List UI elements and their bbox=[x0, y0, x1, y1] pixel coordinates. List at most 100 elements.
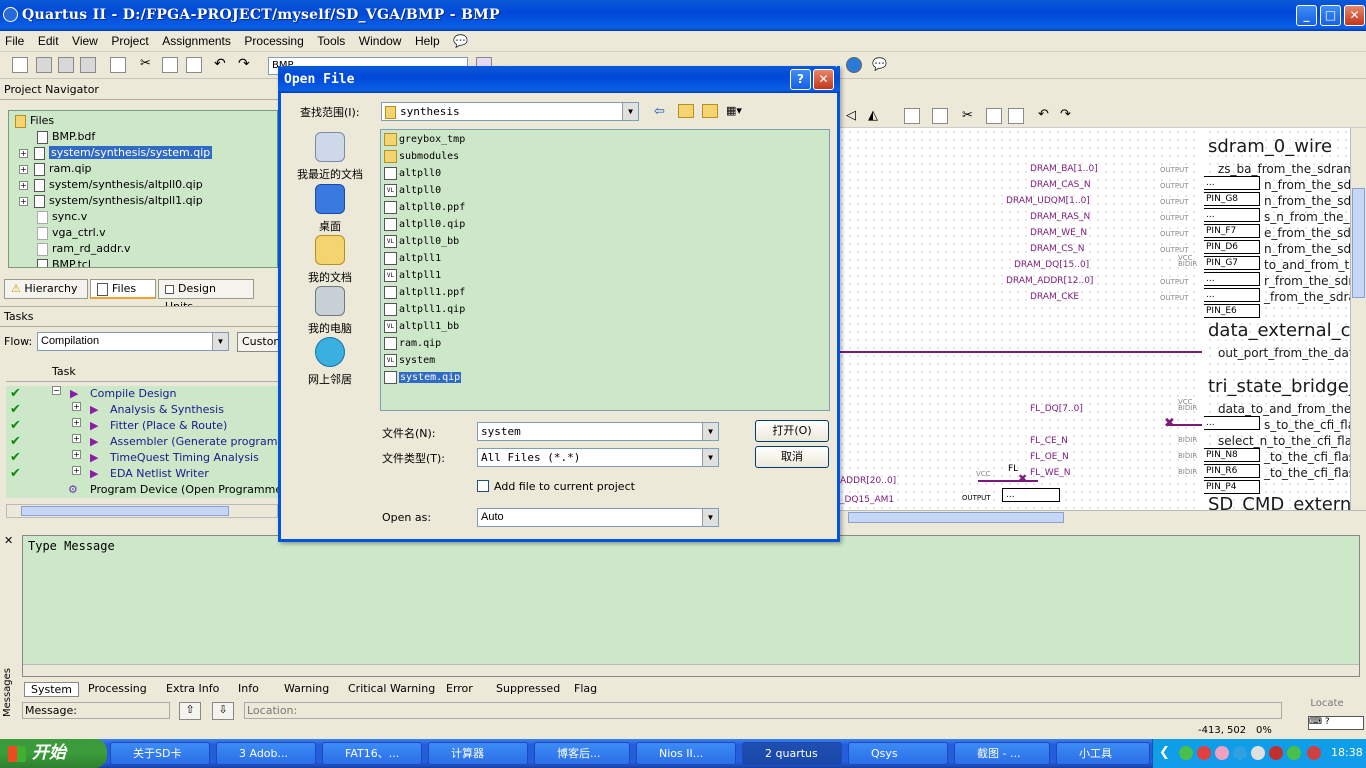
taskbar-item[interactable]: 计算器 bbox=[428, 742, 528, 765]
play-icon[interactable]: ▶ bbox=[90, 418, 98, 434]
previous-message-icon[interactable]: ⇧ bbox=[179, 702, 201, 720]
maximize-button[interactable]: □ bbox=[1320, 5, 1341, 26]
file-item[interactable]: VL altpll1_bb bbox=[384, 318, 459, 335]
signal-label[interactable]: FL_OE_N bbox=[1030, 452, 1069, 462]
play-icon[interactable]: ▶ bbox=[90, 402, 98, 418]
taskbar-item[interactable]: FAT16、... bbox=[322, 742, 422, 765]
place-my-computer[interactable]: 我的电脑 bbox=[288, 286, 372, 336]
menu-tools[interactable]: Tools bbox=[312, 31, 350, 51]
redo-icon[interactable]: ↷ bbox=[1060, 107, 1071, 122]
new-folder-icon[interactable] bbox=[702, 104, 718, 118]
file-item[interactable]: VL system bbox=[384, 352, 435, 369]
menu-window[interactable]: Window bbox=[354, 31, 407, 51]
filename-input[interactable]: system ▼ bbox=[477, 422, 719, 441]
print-icon[interactable] bbox=[932, 108, 948, 124]
close-icon[interactable]: ✕ bbox=[4, 534, 13, 547]
pin-box[interactable]: PIN_G7 bbox=[1202, 256, 1260, 270]
task-row[interactable]: ✔ − ▶ Compile Design bbox=[6, 386, 278, 402]
menu-project[interactable]: Project bbox=[106, 31, 153, 51]
file-item[interactable]: altpll1 bbox=[384, 250, 441, 267]
play-icon[interactable]: ▶ bbox=[90, 466, 98, 482]
signal-label[interactable]: FL_WE_N bbox=[1030, 468, 1071, 478]
place-desktop[interactable]: 桌面 bbox=[288, 184, 372, 234]
signal-label[interactable]: DRAM_RAS_N bbox=[1030, 212, 1090, 222]
pin-box[interactable]: PIN_N8 bbox=[1202, 448, 1260, 462]
flow-select[interactable]: Compilation ▼ bbox=[37, 332, 229, 351]
block-title[interactable]: tri_state_bridge_ bbox=[1208, 376, 1358, 397]
tree-item[interactable]: + system/synthesis/altpll1.qip bbox=[19, 193, 203, 209]
tray-app-icon[interactable] bbox=[1233, 746, 1247, 760]
tree-item[interactable]: ram_rd_addr.v bbox=[37, 241, 131, 257]
file-item[interactable]: VL altpll1 bbox=[384, 267, 441, 284]
file-item[interactable]: altpll0 bbox=[384, 165, 441, 182]
scrollbar-thumb[interactable] bbox=[21, 506, 229, 516]
taskbar-item[interactable]: 小工具 bbox=[1056, 742, 1150, 765]
tab-extra-info[interactable]: Extra Info bbox=[160, 682, 225, 695]
chat-icon[interactable]: 💬 bbox=[872, 57, 888, 73]
tree-item[interactable]: vga_ctrl.v bbox=[37, 225, 106, 241]
file-item[interactable]: greybox_tmp bbox=[384, 131, 465, 148]
file-item[interactable]: submodules bbox=[384, 148, 459, 165]
copy-icon[interactable] bbox=[986, 108, 1002, 124]
messages-list[interactable]: Type Message bbox=[22, 535, 1360, 677]
signal-label[interactable]: FL_CE_N bbox=[1030, 436, 1068, 446]
tray-app-icon[interactable] bbox=[1287, 746, 1301, 760]
expand-icon[interactable]: + bbox=[72, 402, 81, 411]
pin-box[interactable]: PIN_P4 bbox=[1202, 480, 1260, 494]
print-icon[interactable] bbox=[110, 57, 126, 73]
redo-icon[interactable]: ↷ bbox=[238, 57, 254, 73]
tab-system[interactable]: System bbox=[24, 682, 80, 697]
message-field[interactable]: Message: bbox=[22, 702, 170, 719]
tab-flag[interactable]: Flag bbox=[568, 682, 603, 695]
wire-bus[interactable] bbox=[978, 480, 1038, 482]
expand-icon[interactable]: + bbox=[72, 418, 81, 427]
file-item[interactable]: altpll0.qip bbox=[384, 216, 465, 233]
tab-processing[interactable]: Processing bbox=[82, 682, 153, 695]
play-icon[interactable]: ▶ bbox=[90, 434, 98, 450]
cut-icon[interactable]: ✂ bbox=[140, 57, 156, 73]
new-file-icon[interactable] bbox=[12, 57, 28, 73]
save-all-icon[interactable] bbox=[80, 57, 96, 73]
tab-error[interactable]: Error bbox=[440, 682, 479, 695]
no-connect-x-icon[interactable]: ✖ bbox=[1018, 472, 1027, 485]
menu-file[interactable]: File bbox=[0, 31, 29, 51]
task-row[interactable]: ✔ + ▶ TimeQuest Timing Analysis bbox=[6, 450, 278, 466]
help-icon[interactable] bbox=[846, 57, 862, 73]
pin-box[interactable]: ... bbox=[1202, 208, 1260, 222]
task-row[interactable]: ⚙ Program Device (Open Programmer) bbox=[6, 482, 291, 498]
copy-icon[interactable] bbox=[162, 57, 178, 73]
file-item[interactable]: VL altpll0 bbox=[384, 182, 441, 199]
tab-warning[interactable]: Warning bbox=[278, 682, 335, 695]
taskbar-item[interactable]: 截图 - ... bbox=[954, 742, 1050, 765]
flip-icon[interactable]: ◁ bbox=[846, 108, 856, 123]
up-folder-icon[interactable] bbox=[678, 104, 694, 118]
tab-files[interactable]: Files bbox=[90, 279, 156, 299]
messages-horizontal-scrollbar[interactable] bbox=[23, 664, 1359, 676]
view-menu-icon[interactable]: ▦▾ bbox=[726, 104, 748, 118]
signal-label[interactable]: DRAM_DQ[15..0] bbox=[1014, 260, 1089, 270]
menu-view[interactable]: View bbox=[67, 31, 103, 51]
taskbar-item[interactable]: 博客后... bbox=[534, 742, 630, 765]
place-my-documents[interactable]: 我的文档 bbox=[288, 235, 372, 285]
pin-box[interactable]: ... bbox=[1202, 176, 1260, 190]
dialog-close-button[interactable]: ✕ bbox=[813, 69, 834, 90]
tree-item[interactable]: + system/synthesis/system.qip bbox=[19, 145, 213, 161]
programmer-icon[interactable]: ⚙ bbox=[68, 482, 78, 498]
undo-icon[interactable]: ↶ bbox=[1038, 107, 1049, 122]
tab-critical-warning[interactable]: Critical Warning bbox=[342, 682, 441, 695]
file-item[interactable]: altpll0.ppf bbox=[384, 199, 465, 216]
pin-box[interactable]: ... bbox=[1202, 416, 1260, 430]
tasks-horizontal-scrollbar[interactable] bbox=[6, 504, 278, 518]
pin-box[interactable]: PIN_R6 bbox=[1202, 464, 1260, 478]
signal-label[interactable]: FL_DQ[7..0] bbox=[1030, 404, 1083, 414]
dialog-help-button[interactable]: ? bbox=[790, 69, 811, 90]
menu-assignments[interactable]: Assignments bbox=[157, 31, 236, 51]
tray-app-icon[interactable] bbox=[1269, 746, 1283, 760]
wire-bus[interactable] bbox=[838, 351, 1202, 353]
collapse-icon[interactable]: − bbox=[52, 386, 61, 395]
task-row[interactable]: ✔ + ▶ EDA Netlist Writer bbox=[6, 466, 278, 482]
taskbar-item[interactable]: 关于SD卡 bbox=[110, 742, 210, 765]
signal-label[interactable]: DRAM_ADDR[12..0] bbox=[1006, 276, 1093, 286]
signal-label[interactable]: ADDR[20..0] bbox=[840, 476, 896, 486]
expand-icon[interactable]: + bbox=[19, 196, 28, 206]
